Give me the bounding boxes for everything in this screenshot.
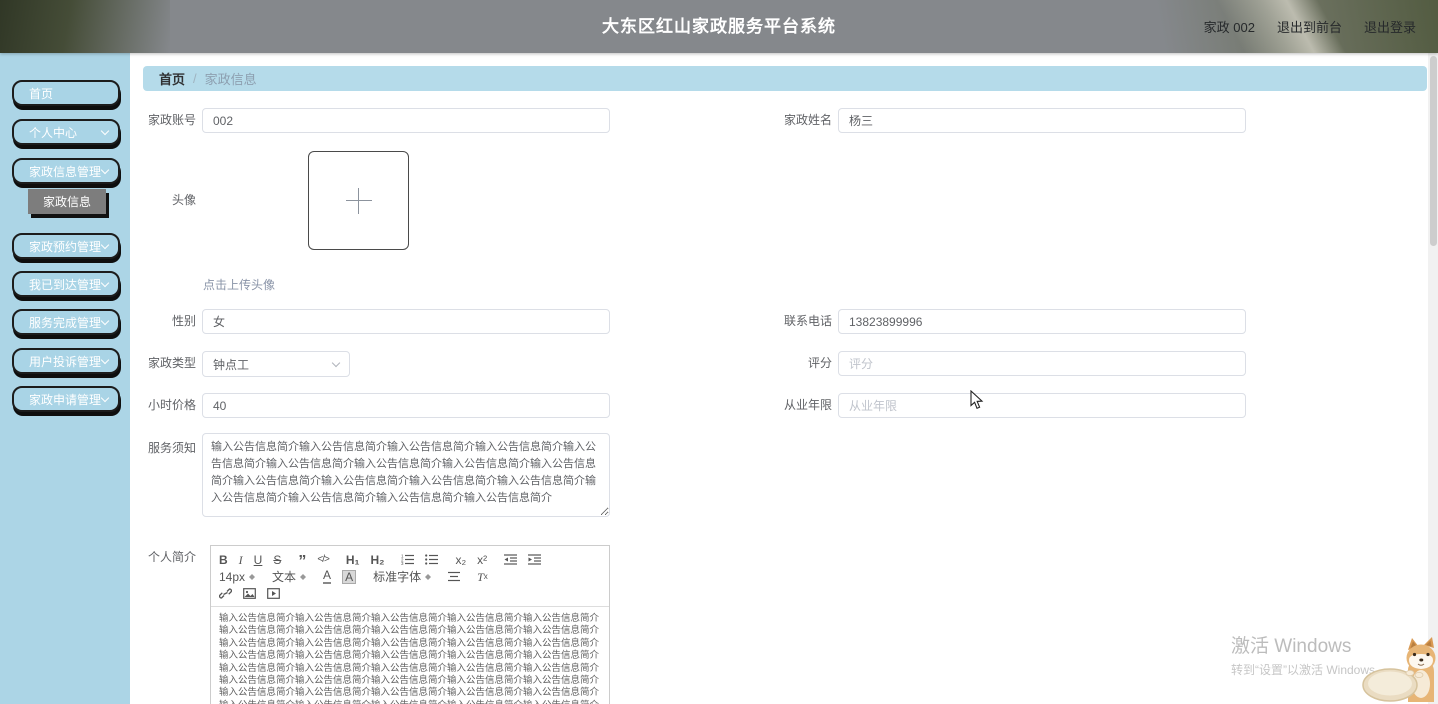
font-size-select[interactable]: 14px (219, 571, 255, 583)
breadcrumb-current: 家政信息 (204, 72, 257, 87)
sidebar-item-user-complaint-mgmt[interactable]: 用户投诉管理 (12, 348, 120, 374)
sidebar-item-reservation-mgmt[interactable]: 家政预约管理 (12, 233, 120, 259)
chevron-down-icon (100, 240, 110, 249)
caret-down-icon (331, 358, 341, 367)
chevron-down-icon (100, 355, 110, 364)
rich-text-editor: B I U S ” </> H₁ H₂ 123 x₂ x² 14px 文本 A … (210, 545, 610, 704)
ordered-list-icon[interactable]: 123 (401, 554, 415, 565)
sidebar-item-home[interactable]: 首页 (12, 80, 120, 106)
image-icon[interactable] (243, 588, 256, 599)
avatar-label: 头像 (171, 193, 196, 207)
type-label: 家政类型 (147, 356, 196, 370)
underline-icon[interactable]: U (254, 554, 263, 566)
caret-updown-icon (249, 571, 255, 583)
plus-icon (345, 187, 372, 214)
scrollbar-track (1428, 53, 1438, 704)
notice-textarea[interactable]: 输入公告信息简介输入公告信息简介输入公告信息简介输入公告信息简介输入公告信息简介… (202, 433, 610, 517)
logout-link[interactable]: 退出登录 (1364, 17, 1416, 36)
chevron-down-icon (100, 393, 110, 402)
chevron-down-icon (100, 278, 110, 287)
svg-text:3: 3 (401, 561, 404, 565)
blockquote-icon[interactable]: ” (298, 554, 306, 569)
main-content: 首页 / 家政信息 家政账号 家政姓名 头像 点击上传头像 性别 联系电话 家政… (130, 53, 1428, 704)
bold-icon[interactable]: B (219, 554, 228, 566)
highlight-color-icon[interactable]: A (342, 569, 357, 584)
clear-format-icon[interactable]: Tx (477, 571, 488, 583)
font-family-select[interactable]: 标准字体 (373, 571, 431, 583)
name-label: 家政姓名 (783, 113, 832, 127)
chevron-down-icon (100, 165, 110, 174)
chevron-down-icon (100, 126, 110, 135)
strikethrough-icon[interactable]: S (273, 554, 281, 566)
caret-updown-icon (300, 571, 306, 583)
avatar-upload-box[interactable] (308, 151, 409, 250)
gender-label: 性别 (171, 314, 196, 328)
heading2-icon[interactable]: H₂ (370, 554, 384, 566)
profile-label: 个人简介 (147, 550, 196, 564)
line-height-icon[interactable] (448, 571, 461, 582)
score-input[interactable] (838, 351, 1246, 376)
type-select[interactable]: 钟点工 (202, 351, 350, 377)
account-label: 家政账号 (147, 113, 196, 127)
chevron-down-icon (100, 316, 110, 325)
breadcrumb-separator: / (193, 71, 197, 86)
avatar-upload-hint[interactable]: 点击上传头像 (203, 276, 275, 293)
sidebar-item-housekeeper-info-mgmt[interactable]: 家政信息管理 (12, 158, 120, 184)
text-color-icon[interactable]: A (323, 569, 332, 584)
format-select[interactable]: 文本 (272, 571, 306, 583)
header-user: 家政 002 (1203, 20, 1255, 35)
superscript-icon[interactable]: x² (477, 554, 487, 566)
score-label: 评分 (807, 356, 832, 370)
code-icon[interactable]: </> (317, 554, 330, 565)
phone-label: 联系电话 (783, 314, 832, 328)
outdent-icon[interactable] (504, 554, 518, 565)
header-links: 家政 002 退出到前台 退出登录 (1204, 0, 1416, 53)
breadcrumb-home[interactable]: 首页 (159, 69, 185, 88)
account-input[interactable] (202, 108, 610, 133)
price-input[interactable] (202, 393, 610, 418)
sidebar-item-personal-center[interactable]: 个人中心 (12, 119, 120, 145)
caret-updown-icon (425, 571, 431, 583)
app-header: 大东区红山家政服务平台系统 家政 002 退出到前台 退出登录 (0, 0, 1438, 53)
exit-to-front-link[interactable]: 退出到前台 (1277, 17, 1342, 36)
video-icon[interactable] (267, 588, 280, 599)
scrollbar-thumb[interactable] (1429, 56, 1437, 246)
years-label: 从业年限 (783, 398, 832, 412)
indent-icon[interactable] (528, 554, 542, 565)
editor-toolbar: B I U S ” </> H₁ H₂ 123 x₂ x² 14px 文本 A … (211, 546, 609, 607)
sidebar: 首页 个人中心 家政信息管理 家政信息 家政预约管理 我已到达管理 服务完成管理… (0, 53, 130, 704)
breadcrumb: 首页 / 家政信息 (143, 66, 1427, 91)
price-label: 小时价格 (147, 398, 196, 412)
sidebar-item-service-complete-mgmt[interactable]: 服务完成管理 (12, 309, 120, 335)
editor-content[interactable]: 输入公告信息简介输入公告信息简介输入公告信息简介输入公告信息简介输入公告信息简介… (211, 607, 609, 704)
years-input[interactable] (838, 393, 1246, 418)
bullet-list-icon[interactable] (425, 554, 439, 565)
sidebar-item-arrived-mgmt[interactable]: 我已到达管理 (12, 271, 120, 297)
phone-input[interactable] (838, 309, 1246, 334)
link-icon[interactable] (219, 588, 232, 599)
dog-sticker (1362, 636, 1438, 704)
heading1-icon[interactable]: H₁ (346, 554, 360, 566)
sidebar-subitem-housekeeper-info[interactable]: 家政信息 (28, 189, 106, 214)
subscript-icon[interactable]: x₂ (455, 554, 466, 566)
notice-label: 服务须知 (147, 441, 196, 455)
italic-icon[interactable]: I (239, 554, 243, 566)
name-input[interactable] (838, 108, 1246, 133)
gender-input[interactable] (202, 309, 610, 334)
sidebar-item-housekeeper-apply-mgmt[interactable]: 家政申请管理 (12, 386, 120, 412)
